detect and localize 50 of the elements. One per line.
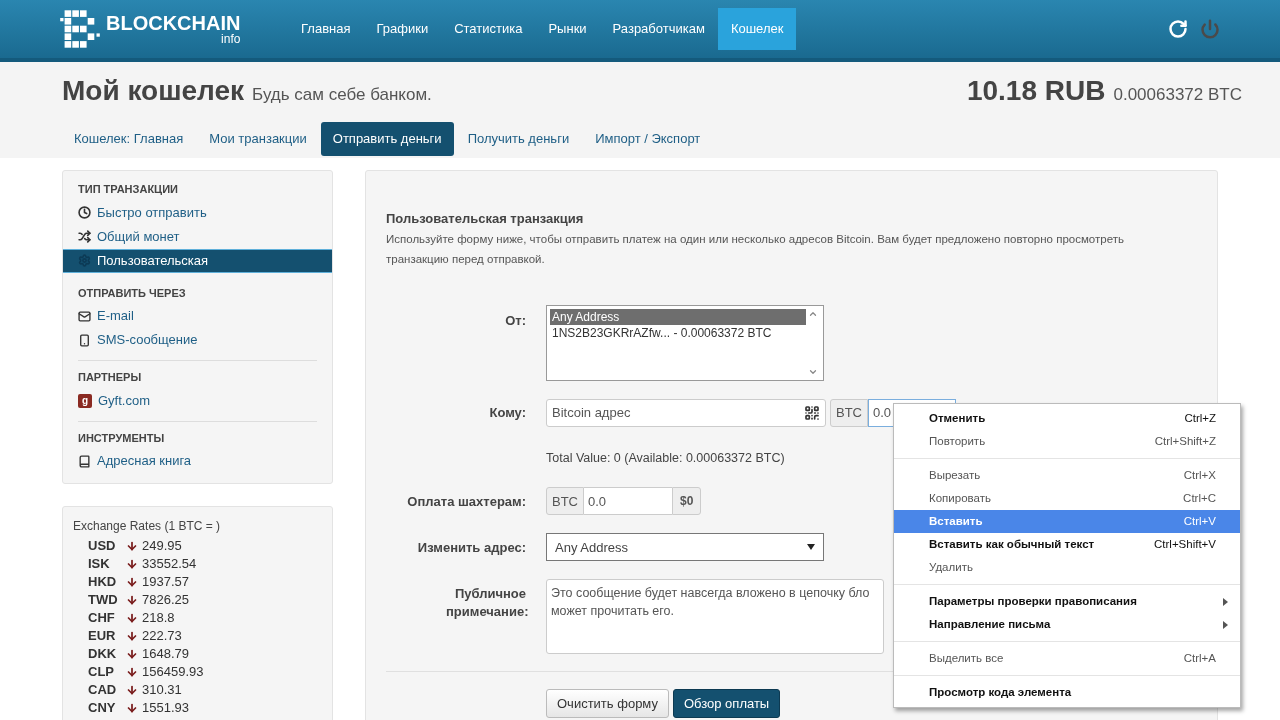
total-value: Total Value: 0 (Available: 0.00063372 BTC) xyxy=(546,449,785,467)
field-label: Изменить адрес: xyxy=(416,538,526,557)
currency-code: CAD xyxy=(88,681,118,700)
fee-usd: $0 xyxy=(672,487,702,516)
shortcut-text: Ctrl+C xyxy=(1183,490,1216,506)
field-label: Публичное примечание: xyxy=(445,585,526,622)
balance-amount: 10.18 RUB xyxy=(966,74,1106,108)
page-title: Мой кошелек xyxy=(62,74,245,108)
logo-subtext: info xyxy=(221,33,241,45)
rate-value: 1551.93 xyxy=(142,699,189,718)
currency-code: USD xyxy=(88,537,117,556)
page-subtitle: Будь сам себе банком. xyxy=(252,84,432,106)
currency-code: HKD xyxy=(88,573,118,592)
logo-text: BLOCKCHAIN xyxy=(106,13,241,33)
shortcut-text: Ctrl+Shift+V xyxy=(1154,536,1216,552)
shortcut-text: Ctrl+V xyxy=(1183,513,1216,529)
exchange-rates-title: Exchange Rates (1 BTC = ) xyxy=(73,518,222,535)
currency-code: CHF xyxy=(88,609,116,628)
rate-value: 7826.25 xyxy=(142,591,189,610)
rate-value: 310.31 xyxy=(142,681,182,700)
currency-code: EUR xyxy=(88,627,117,646)
sidebar-heading: ИНСТРУМЕНТЫ xyxy=(77,430,166,446)
form-title: Пользовательская транзакция xyxy=(386,210,585,228)
sidebar-heading: ТИП ТРАНЗАКЦИИ xyxy=(77,182,179,197)
balance-btc: 0.00063372 BTC xyxy=(1113,84,1242,106)
shortcut-text: Ctrl+Shift+Z xyxy=(1154,433,1216,449)
currency-code: TWD xyxy=(88,591,119,610)
currency-code: ISK xyxy=(88,555,111,574)
sidebar-heading: ОТПРАВИТЬ ЧЕРЕЗ xyxy=(77,285,187,301)
currency-code: CLP xyxy=(88,663,115,682)
shortcut-text: Ctrl+Z xyxy=(1184,410,1216,426)
rate-value: 33552.54 xyxy=(142,555,197,574)
rate-value: 1648.79 xyxy=(142,645,189,664)
field-label: Кому: xyxy=(488,403,526,422)
gyft-logo: g xyxy=(78,393,92,408)
form-description: Используйте форму ниже, чтобы отправить платеж на один или несколько адресов Bitcoin. Вам будет предложено повторно просмотреть транзакцию перед отправкой. xyxy=(386,231,1125,267)
field-label: От: xyxy=(504,311,526,330)
currency-code: CNY xyxy=(88,699,117,718)
rate-value: 1937.57 xyxy=(142,573,189,592)
currency-code: DKK xyxy=(88,645,118,664)
shortcut-text: Ctrl+A xyxy=(1183,650,1216,666)
rate-value: 156459.93 xyxy=(142,663,204,682)
currency-label: BTC xyxy=(546,487,584,516)
rate-value: 218.8 xyxy=(142,609,175,628)
rate-value: 249.95 xyxy=(142,537,182,556)
currency-label: BTC xyxy=(830,398,868,427)
shortcut-text: Ctrl+X xyxy=(1183,467,1216,483)
field-label: Оплата шахтерам: xyxy=(406,492,526,511)
rate-value: 222.73 xyxy=(142,627,182,646)
sidebar-heading: ПАРТНЕРЫ xyxy=(77,370,143,385)
